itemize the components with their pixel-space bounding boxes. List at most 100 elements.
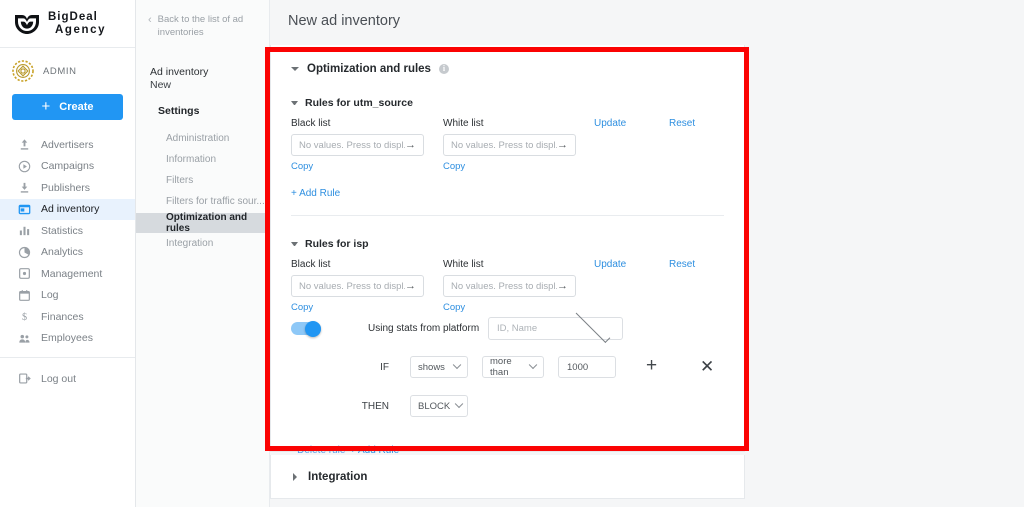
logout-icon [18,372,31,385]
isp-black-list-input[interactable]: No values. Press to displ... → [291,275,424,297]
isp-white-list-copy-link[interactable]: Copy [443,302,465,313]
integration-section-title: Integration [308,471,368,483]
sidebar-item-employees[interactable]: Employees [0,328,135,350]
page-title: New ad inventory [288,13,401,29]
utm-source-add-rule-link[interactable]: + Add Rule [291,188,340,199]
platform-select-value: ID, Name [497,323,538,334]
integration-card: Integration [270,455,745,499]
condition-value-input[interactable]: 1000 [558,356,616,378]
condition-if-row: IF shows more than 1000 + ✕ [291,354,724,386]
optimization-section-header[interactable]: Optimization and rules i [271,45,744,75]
white-list-label: White list [443,259,484,270]
back-to-list-link[interactable]: ‹ Back to the list of ad inventories [136,14,269,40]
isp-black-list-copy-link[interactable]: Copy [291,302,313,313]
sidebar-item-advertisers[interactable]: Advertisers [0,134,135,156]
sidebar-item-management[interactable]: Management [0,263,135,285]
isp-lists-row: Black list No values. Press to displ... … [291,259,724,315]
utm-source-black-list-copy-link[interactable]: Copy [291,161,313,172]
condition-then-row: THEN BLOCK [291,395,724,425]
isp-update-link[interactable]: Update [594,259,626,270]
add-condition-button[interactable]: + [646,354,657,378]
optimization-section-title: Optimization and rules [307,63,431,75]
sidebar-item-logout[interactable]: Log out [0,368,135,390]
platform-select[interactable]: ID, Name [488,308,623,343]
download-icon [18,181,31,194]
utm-source-update-link[interactable]: Update [594,118,626,129]
white-list-placeholder: No values. Press to displ... [451,280,557,292]
subnav-item-information[interactable]: Information [136,150,269,170]
pie-chart-icon [18,246,31,259]
subnav-item-label: Optimization and rules [166,211,248,234]
arrow-right-icon: → [557,279,568,292]
sidebar-label: Analytics [41,246,84,259]
play-circle-icon [18,160,31,173]
isp-white-list-group: White list No values. Press to displ... … [443,259,576,315]
create-button[interactable]: + Create [12,94,123,120]
subnav-item-administration[interactable]: Administration [136,129,269,149]
subnav-item-filters[interactable]: Filters [136,171,269,191]
white-list-label: White list [443,118,484,129]
calendar-icon [18,289,31,302]
subnav-title: Ad inventory [150,65,209,78]
caret-down-icon [291,242,298,246]
sidebar-label: Advertisers [41,138,94,151]
remove-condition-button[interactable]: ✕ [700,355,714,379]
plus-icon: + [41,98,51,115]
condition-metric-value: shows [418,361,445,373]
subnav-item-label: Administration [166,133,230,145]
isp-reset-link[interactable]: Reset [669,259,695,270]
utm-source-black-list-input[interactable]: No values. Press to displ... → [291,134,424,156]
sidebar-label: Log out [41,372,77,385]
chevron-down-icon [528,360,538,370]
rule-isp-header[interactable]: Rules for isp [291,238,724,250]
condition-operator-select[interactable]: more than [482,356,544,378]
optimization-and-rules-card: Optimization and rules i Rules for utm_s… [270,45,745,473]
sidebar-item-finances[interactable]: $ Finances [0,306,135,328]
create-button-label: Create [59,101,94,113]
dollar-icon: $ [18,310,31,323]
brand-header[interactable]: BigDeal Agency [0,0,135,48]
arrow-right-icon: → [557,138,568,151]
shield-logo-icon [14,13,40,35]
condition-action-select[interactable]: BLOCK [410,395,468,417]
subnav-item-optimization-and-rules[interactable]: Optimization and rules [136,211,269,234]
caret-down-icon [291,101,298,105]
isp-black-list-group: Black list No values. Press to displ... … [291,259,424,315]
sidebar-item-log[interactable]: Log [0,285,135,307]
utm-source-white-list-group: White list No values. Press to displ... … [443,118,576,174]
sidebar-label: Campaigns [41,160,95,173]
account-block[interactable]: ADMIN [0,48,135,92]
utm-source-reset-link[interactable]: Reset [669,118,695,129]
upload-icon [18,138,31,151]
bar-chart-icon [18,224,31,237]
black-list-placeholder: No values. Press to displ... [299,139,405,151]
brand-text: BigDeal Agency [48,11,106,37]
sidebar-label: Employees [41,332,93,345]
sidebar-label: Finances [41,310,84,323]
sidebar-item-publishers[interactable]: Publishers [0,177,135,199]
sidebar-nav: Advertisers Campaigns Publishers Ad inve… [0,132,135,390]
subnav-item-integration[interactable]: Integration [136,234,269,254]
integration-section-header[interactable]: Integration [271,455,744,499]
people-icon [18,332,31,345]
caret-down-icon [291,67,299,71]
isp-white-list-input[interactable]: No values. Press to displ... → [443,275,576,297]
arrow-right-icon: → [405,279,416,292]
info-icon[interactable]: i [438,64,449,74]
sidebar-item-analytics[interactable]: Analytics [0,242,135,264]
svg-text:$: $ [22,312,27,323]
rule-utm-source-header[interactable]: Rules for utm_source [291,97,724,109]
subnav-group-settings: Settings [158,104,200,117]
utm-source-white-list-copy-link[interactable]: Copy [443,161,465,172]
if-label: IF [380,362,389,373]
sidebar-item-statistics[interactable]: Statistics [0,220,135,242]
utm-source-white-list-input[interactable]: No values. Press to displ... → [443,134,576,156]
sidebar-item-campaigns[interactable]: Campaigns [0,156,135,178]
subnav-item-filters-traffic-sources[interactable]: Filters for traffic sour... [136,192,269,212]
toggle-knob [305,320,321,337]
use-platform-stats-toggle[interactable] [291,320,321,337]
back-link-label: Back to the list of ad inventories [157,14,244,38]
subnav-item-label: Integration [166,238,214,250]
sidebar-item-ad-inventory[interactable]: Ad inventory [0,198,135,220]
condition-metric-select[interactable]: shows [410,356,468,378]
